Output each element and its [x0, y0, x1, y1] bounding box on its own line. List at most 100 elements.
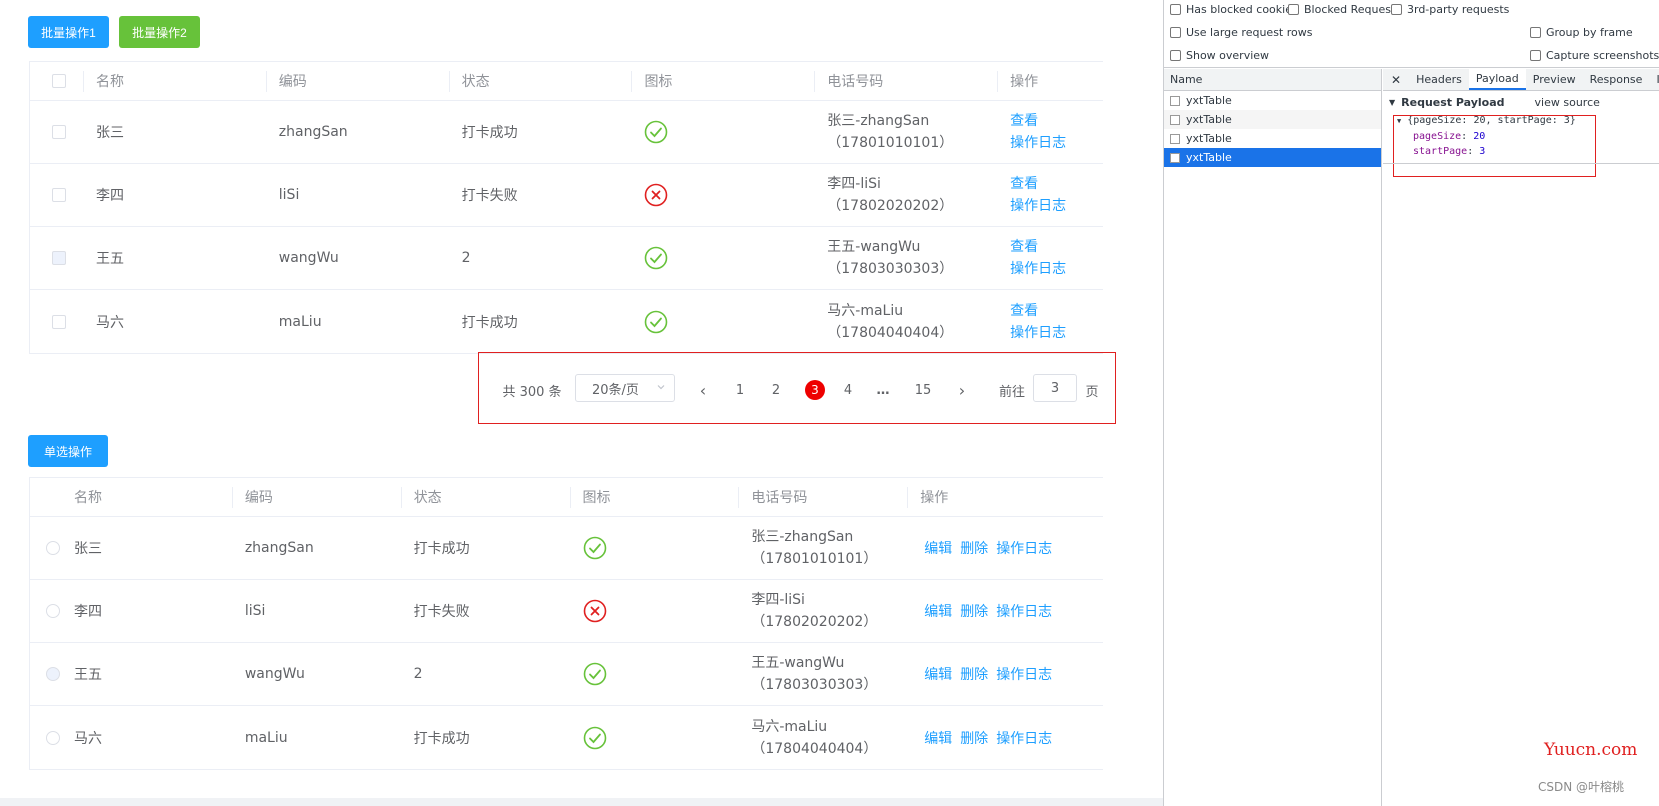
detail-tabs: ✕ Headers Payload Preview Response Initi… [1383, 69, 1659, 91]
phone-cell: 马六-maLiu （17804040404） [739, 706, 908, 769]
operation-log-link[interactable]: 操作日志 [1010, 132, 1066, 154]
page-size-select[interactable]: 20条/页 [575, 374, 675, 402]
option-label: Group by frame [1546, 26, 1633, 39]
page-1-button[interactable]: 1 [733, 379, 747, 401]
actions-cell: 查看 操作日志 [998, 290, 1103, 353]
phone-cell: 张三-zhangSan （17801010101） [739, 517, 908, 579]
view-link[interactable]: 查看 [1010, 110, 1038, 132]
table-header: 名称 编码 状态 图标 电话号码 操作 [30, 62, 1103, 101]
view-link[interactable]: 查看 [1010, 300, 1038, 322]
page-15-button[interactable]: 15 [913, 379, 933, 401]
phone-cell: 马六-maLiu （17804040404） [815, 290, 998, 353]
operation-log-link[interactable]: 操作日志 [1010, 195, 1066, 217]
phone-cell: 王五-wangWu （17803030303） [815, 227, 998, 289]
goto-page-input[interactable]: 3 [1033, 374, 1077, 402]
triangle-down-icon: ▼ [1389, 97, 1396, 107]
name-cell: 王五 [95, 251, 124, 267]
checkbox[interactable] [1288, 4, 1299, 15]
request-row-selected[interactable]: yxtTable [1164, 148, 1381, 167]
operation-log-link[interactable]: 操作日志 [1010, 322, 1066, 344]
header-code: 编码 [267, 62, 450, 100]
edit-link[interactable]: 编辑 [924, 538, 952, 558]
checkbox[interactable] [1391, 4, 1402, 15]
operation-log-link[interactable]: 操作日志 [996, 664, 1052, 684]
page-more-ellipsis[interactable]: … [871, 379, 895, 401]
actions-cell: 编辑 删除 操作日志 [908, 580, 1103, 642]
edit-link[interactable]: 编辑 [924, 601, 952, 621]
chevron-down-icon [657, 385, 665, 390]
delete-link[interactable]: 删除 [960, 728, 988, 748]
select-all-checkbox[interactable] [52, 74, 66, 88]
status-cell: 打卡成功 [461, 125, 518, 141]
view-link[interactable]: 查看 [1010, 236, 1038, 258]
operation-log-link[interactable]: 操作日志 [996, 538, 1052, 558]
row-radio[interactable] [46, 730, 60, 745]
select-cell [30, 101, 84, 163]
status-cell: 2 [413, 666, 423, 682]
row-checkbox[interactable] [52, 251, 66, 265]
show-overview-option[interactable]: Show overview [1170, 49, 1269, 62]
single-select-table: 名称 编码 状态 图标 电话号码 操作 张三 zhangSan 打卡成功 张三-zha… [29, 477, 1103, 770]
tab-response[interactable]: Response [1583, 69, 1650, 90]
prev-page-button[interactable]: ‹ [696, 379, 710, 401]
large-request-rows-option[interactable]: Use large request rows [1170, 26, 1312, 39]
delete-link[interactable]: 删除 [960, 664, 988, 684]
close-icon[interactable]: ✕ [1383, 69, 1409, 90]
next-page-button[interactable]: › [955, 379, 969, 401]
watermark-author: CSDN @叶榕桃 [1538, 780, 1625, 794]
name-cell: 马六 [95, 314, 124, 331]
page-3-button-current[interactable]: 3 [805, 380, 825, 400]
name-column-header[interactable]: Name [1164, 69, 1381, 91]
name-cell: 李四 [95, 188, 124, 204]
view-source-link[interactable]: view source [1535, 96, 1600, 109]
group-by-frame-option[interactable]: Group by frame [1530, 26, 1633, 39]
checkbox[interactable] [1530, 27, 1541, 38]
header-select-all [30, 62, 84, 100]
row-checkbox[interactable] [52, 125, 66, 139]
checkbox[interactable] [1170, 50, 1181, 61]
payload-header[interactable]: ▼ Request Payload view source [1383, 93, 1659, 111]
tab-preview[interactable]: Preview [1526, 69, 1583, 90]
operation-log-link[interactable]: 操作日志 [996, 601, 1052, 621]
status-cell: 打卡成功 [461, 314, 518, 331]
page-4-button[interactable]: 4 [841, 379, 855, 401]
row-radio[interactable] [46, 604, 60, 618]
request-row[interactable]: yxtTable [1164, 91, 1381, 110]
row-checkbox[interactable] [52, 188, 66, 202]
phone-name: 马六-maLiu [751, 718, 828, 735]
edit-link[interactable]: 编辑 [924, 728, 952, 748]
capture-screenshots-option[interactable]: Capture screenshots [1530, 49, 1659, 62]
select-cell [30, 290, 84, 353]
pagination: 共 300 条 20条/页 ‹ 1 2 3 4 … 15 › 前往 3 页 [478, 352, 1116, 424]
request-row[interactable]: yxtTable [1164, 110, 1381, 129]
row-radio[interactable] [46, 541, 60, 555]
blocked-requests-option[interactable]: Blocked Requests [1288, 3, 1401, 16]
delete-link[interactable]: 删除 [960, 601, 988, 621]
actions-cell: 编辑 删除 操作日志 [908, 706, 1103, 769]
batch-operation-1-button[interactable]: 批量操作1 [28, 16, 109, 48]
request-name-column: Name yxtTable yxtTable yxtTable yxtTable [1164, 69, 1382, 806]
request-icon [1170, 114, 1180, 125]
request-row[interactable]: yxtTable [1164, 129, 1381, 148]
delete-link[interactable]: 删除 [960, 538, 988, 558]
checkbox[interactable] [1170, 27, 1181, 38]
tab-payload[interactable]: Payload [1468, 69, 1526, 90]
tab-initiator[interactable]: Initia [1649, 69, 1659, 90]
tab-headers[interactable]: Headers [1409, 69, 1469, 90]
batch-operation-2-button[interactable]: 批量操作2 [119, 16, 200, 48]
row-radio[interactable] [46, 667, 60, 681]
checkbox[interactable] [1170, 4, 1181, 15]
edit-link[interactable]: 编辑 [924, 664, 952, 684]
operation-log-link[interactable]: 操作日志 [1010, 258, 1066, 280]
has-blocked-cookies-option[interactable]: Has blocked cookies [1170, 3, 1298, 16]
operation-log-link[interactable]: 操作日志 [996, 728, 1052, 748]
third-party-requests-option[interactable]: 3rd-party requests [1391, 3, 1509, 16]
page-2-button[interactable]: 2 [769, 379, 783, 401]
check-circle-icon [645, 246, 668, 270]
view-link[interactable]: 查看 [1010, 173, 1038, 195]
checkbox[interactable] [1530, 50, 1541, 61]
row-checkbox[interactable] [52, 314, 66, 329]
phone-name: 李四-liSi [827, 176, 881, 192]
single-operation-button[interactable]: 单选操作 [28, 435, 108, 467]
phone-cell: 王五-wangWu （17803030303） [739, 643, 908, 705]
